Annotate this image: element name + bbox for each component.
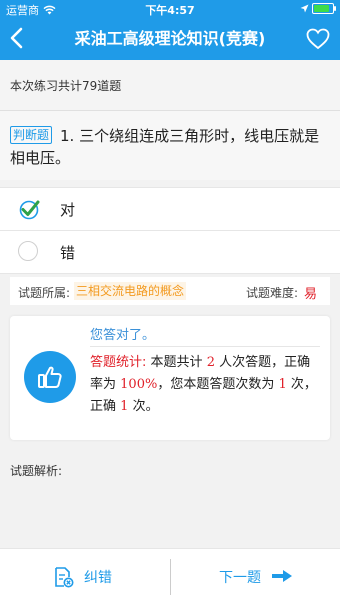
option-false[interactable]: 错	[0, 230, 340, 274]
report-error-label: 纠错	[84, 570, 112, 586]
analysis-label: 试题解析:	[10, 464, 63, 478]
heart-icon[interactable]	[306, 27, 330, 51]
practice-count-text: 本次练习共计79道题	[10, 79, 122, 93]
back-arrow-icon[interactable]	[6, 26, 30, 50]
nav-bar: 采油工高级理论知识(竞赛)	[0, 18, 340, 60]
stats-my-correct: 1	[120, 399, 129, 414]
option-true[interactable]: 对	[0, 187, 340, 230]
difficulty-label: 试题难度:	[246, 286, 299, 300]
category-label: 试题所属:	[18, 286, 71, 300]
question-text-wrap: 判断题 1. 三个绕组连成三角形时，线电压就是相电压。	[10, 125, 326, 169]
stats-text: 次。	[132, 399, 159, 414]
radio-circle-icon	[18, 241, 38, 261]
stats-rate: 100%	[120, 377, 158, 392]
battery-icon	[312, 3, 336, 14]
report-error-button[interactable]: 纠错	[0, 549, 170, 604]
option-label: 错	[60, 244, 76, 262]
difficulty-value: 易	[304, 287, 318, 302]
page-title: 采油工高级理论知识(竞赛)	[74, 29, 266, 48]
status-time: 下午4:57	[145, 4, 195, 17]
result-message: 您答对了。	[90, 328, 156, 343]
practice-count-bar: 本次练习共计79道题	[0, 60, 340, 111]
thumbs-up-icon	[24, 351, 76, 403]
stats-my-count: 1	[278, 377, 287, 392]
question-type-badge: 判断题	[10, 126, 53, 144]
next-question-button[interactable]: 下一题	[171, 549, 340, 604]
category-tag[interactable]: 三相交流电路的概念	[74, 282, 187, 300]
battery-fill	[314, 5, 330, 12]
question-block: 判断题 1. 三个绕组连成三角形时，线电压就是相电压。	[0, 111, 340, 180]
checked-option-icon	[19, 200, 40, 220]
divider	[90, 346, 320, 347]
stats-total: 2	[206, 355, 215, 370]
question-info-bar: 试题所属: 三相交流电路的概念 试题难度: 易	[10, 277, 330, 305]
location-icon	[300, 4, 309, 13]
result-card: 您答对了。 答题统计: 本题共计 2 人次答题，正确率为 100%，您本题答题次…	[10, 316, 330, 440]
option-label: 对	[60, 201, 76, 219]
stats-label: 答题统计:	[90, 355, 147, 370]
stats-text: ，您本题答题次数为	[157, 377, 275, 392]
status-bar: 运营商 下午4:57	[0, 0, 340, 18]
bottom-bar: 纠错 下一题	[0, 548, 340, 604]
arrow-right-icon	[272, 570, 292, 582]
answer-stats: 答题统计: 本题共计 2 人次答题，正确率为 100%，您本题答题次数为 1 次…	[90, 352, 320, 418]
next-question-label: 下一题	[219, 570, 261, 586]
question-text: 1. 三个绕组连成三角形时，线电压就是相电压。	[10, 127, 320, 167]
report-error-icon	[55, 567, 74, 588]
stats-text: 本题共计	[150, 355, 203, 370]
status-right	[300, 3, 336, 14]
